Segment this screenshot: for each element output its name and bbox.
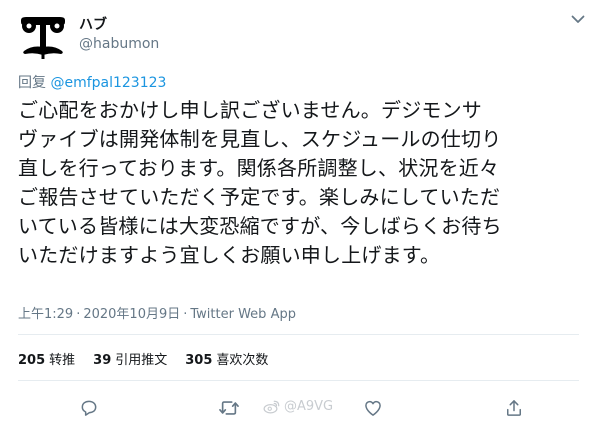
tweet-date[interactable]: 2020年10月9日 bbox=[83, 307, 180, 322]
watermark: @A9VG bbox=[263, 399, 333, 414]
reply-icon[interactable] bbox=[76, 395, 102, 421]
divider bbox=[18, 380, 579, 381]
tweet-text-line: ご心配をおかけし申し訳ございません。デジモンサ bbox=[18, 98, 482, 122]
retweets-count: 205 bbox=[18, 353, 46, 368]
tweet-text-line: ヴァイブは開発体制を見直し、スケジュールの仕切り bbox=[18, 127, 502, 151]
tweet-time[interactable]: 上午1:29 bbox=[18, 307, 73, 322]
tweet-card: ハブ @habumon 回复 @emfpal123123 ご心配をおかけし申し訳… bbox=[0, 0, 597, 431]
retweets-stat[interactable]: 205 转推 bbox=[18, 349, 75, 368]
watermark-text: @A9VG bbox=[284, 399, 334, 414]
quotes-stat[interactable]: 39 引用推文 bbox=[93, 349, 167, 368]
meta-separator: · bbox=[183, 307, 188, 322]
likes-count: 305 bbox=[185, 353, 213, 368]
avatar-logo-icon bbox=[21, 17, 65, 59]
user-handle[interactable]: @habumon bbox=[79, 36, 159, 52]
likes-stat[interactable]: 305 喜欢次数 bbox=[185, 349, 268, 368]
like-icon[interactable] bbox=[360, 395, 386, 421]
tweet-text-line: いている皆様には大変恐縮ですが、今しばらくお待ち bbox=[18, 214, 502, 238]
quotes-label: 引用推文 bbox=[115, 353, 168, 368]
tweet-text-line: いただけますよう宜しくお願い申し上げます。 bbox=[18, 243, 441, 267]
reply-prefix: 回复 bbox=[18, 75, 46, 91]
tweet-text-line: ご報告させていただく予定です。楽しみにしていただ bbox=[18, 185, 501, 209]
retweets-label: 转推 bbox=[49, 353, 76, 368]
tweet-source-link[interactable]: Twitter Web App bbox=[190, 307, 296, 322]
more-options-caret-icon[interactable] bbox=[568, 10, 588, 28]
quotes-count: 39 bbox=[93, 353, 112, 368]
tweet-stats: 205 转推 39 引用推文 305 喜欢次数 bbox=[18, 349, 268, 368]
display-name[interactable]: ハブ bbox=[79, 14, 107, 34]
reply-mention-link[interactable]: @emfpal123123 bbox=[50, 75, 166, 91]
tweet-text-line: 直しを行っております。関係各所調整し、状況を近々 bbox=[18, 156, 500, 180]
retweet-icon[interactable] bbox=[216, 395, 242, 421]
reply-context: 回复 @emfpal123123 bbox=[18, 72, 166, 92]
divider bbox=[18, 334, 579, 335]
tweet-meta: 上午1:29 · 2020年10月9日 · Twitter Web App bbox=[18, 303, 296, 322]
tweet-text: ご心配をおかけし申し訳ございません。デジモンサ ヴァイブは開発体制を見直し、スケ… bbox=[18, 96, 578, 270]
weibo-icon bbox=[263, 400, 280, 414]
share-icon[interactable] bbox=[501, 395, 527, 421]
meta-separator: · bbox=[76, 307, 81, 322]
avatar[interactable] bbox=[18, 11, 68, 61]
likes-label: 喜欢次数 bbox=[216, 353, 269, 368]
